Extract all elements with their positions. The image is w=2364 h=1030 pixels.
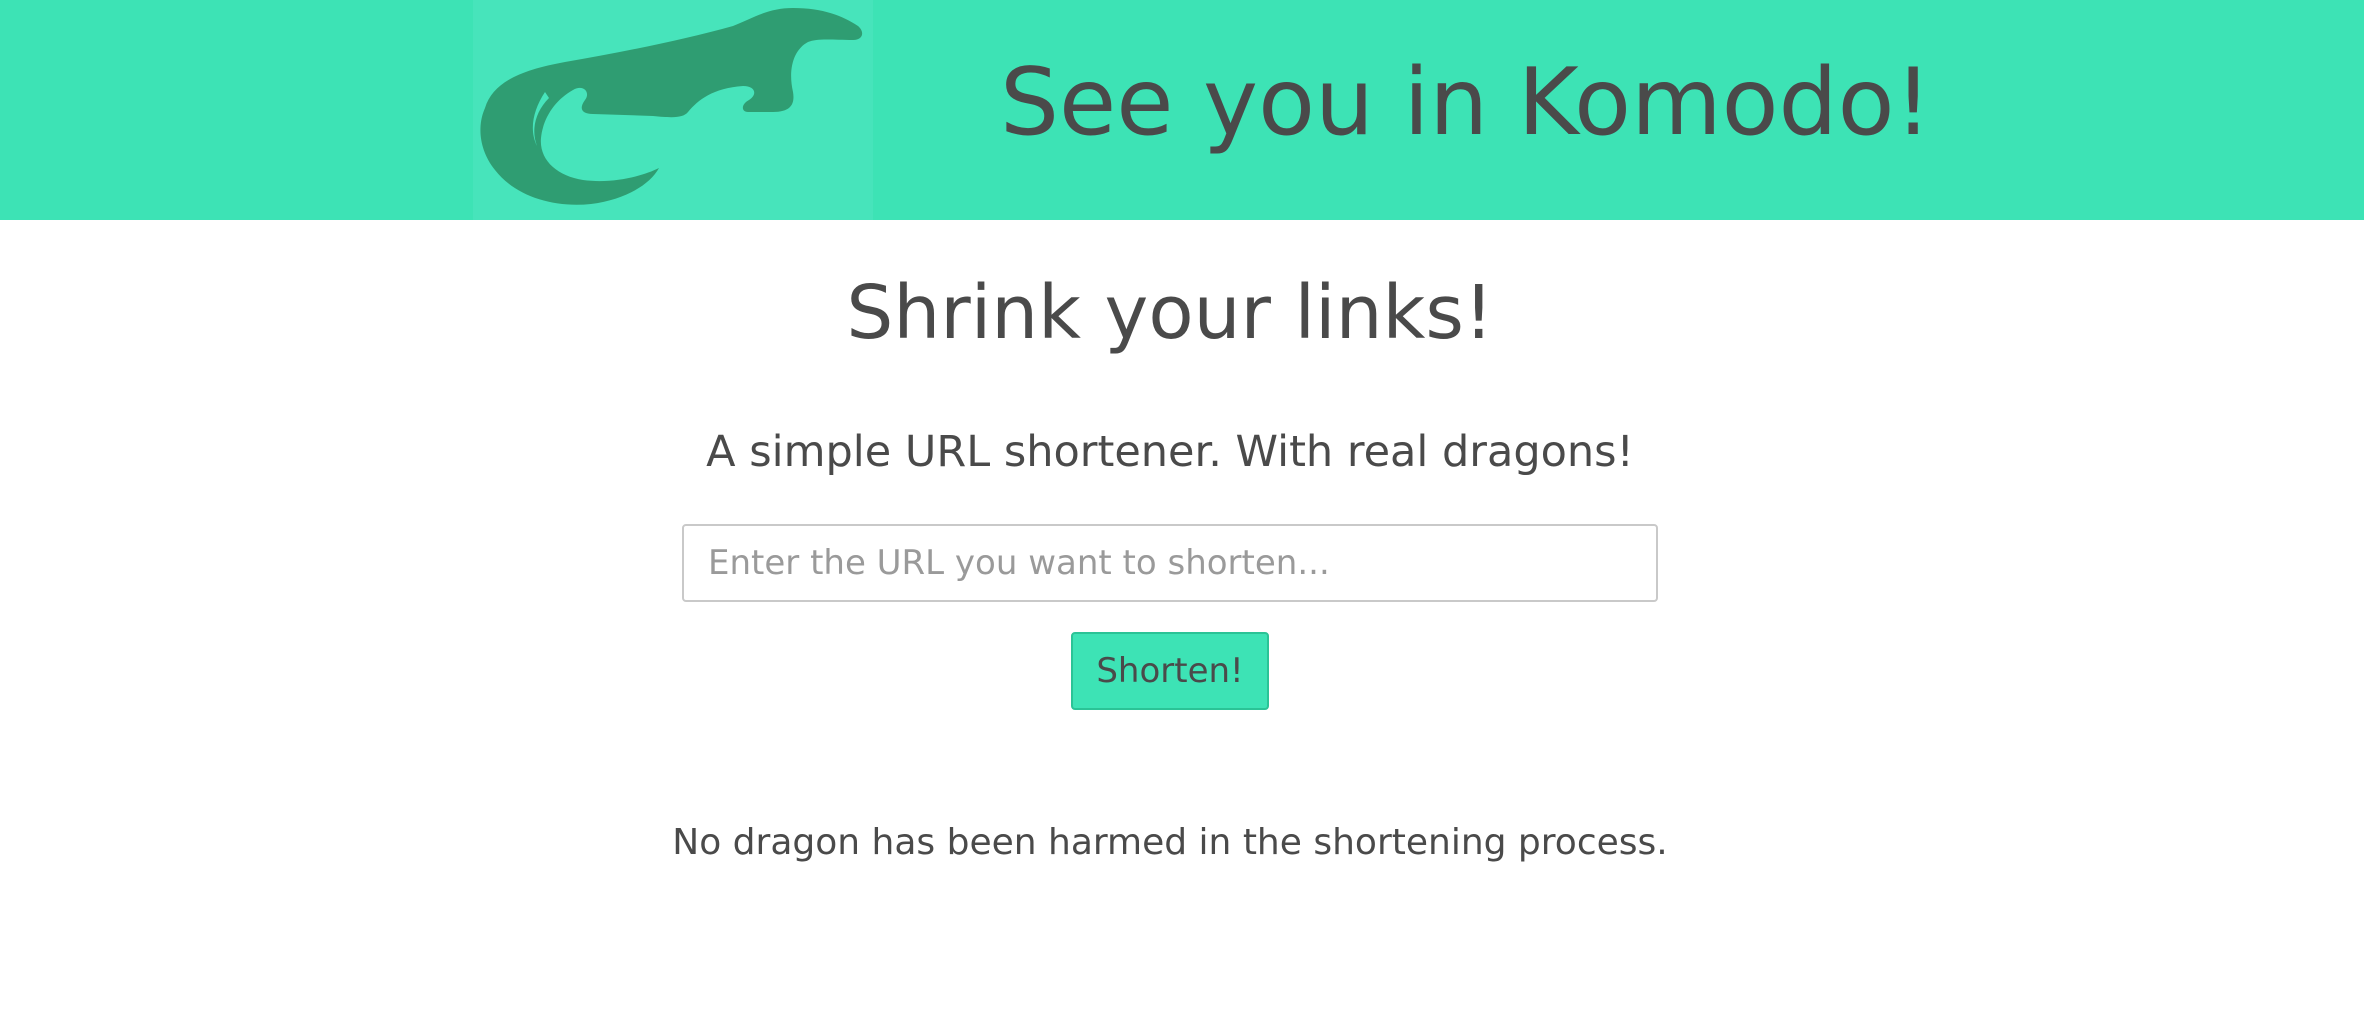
logo[interactable] (473, 0, 873, 220)
page-title: Shrink your links! (846, 270, 1494, 356)
main-content: Shrink your links! A simple URL shortene… (0, 220, 2364, 1030)
komodo-dragon-icon (480, 8, 863, 205)
footer-note: No dragon has been harmed in the shorten… (672, 822, 1668, 863)
page-subtitle: A simple URL shortener. With real dragon… (706, 427, 1634, 477)
site-header: See you in Komodo! (0, 0, 2364, 220)
shorten-button[interactable]: Shorten! (1071, 632, 1269, 710)
site-title: See you in Komodo! (1000, 48, 1932, 156)
url-input[interactable] (682, 524, 1658, 602)
